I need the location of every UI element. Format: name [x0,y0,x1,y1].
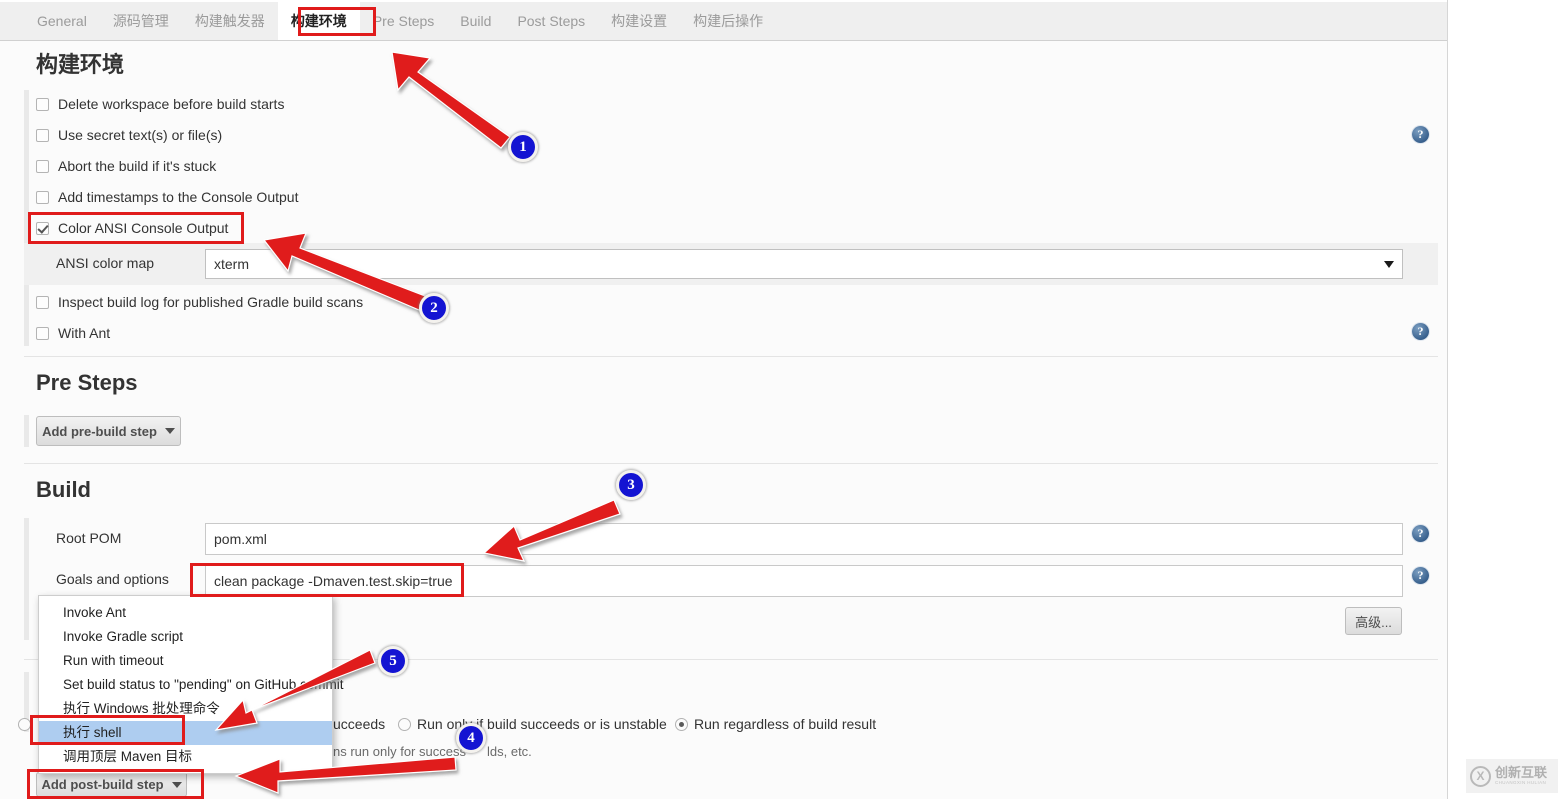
help-icon-use-secret[interactable]: ? [1412,126,1429,143]
tab-scm[interactable]: 源码管理 [100,2,182,40]
checkbox-label-with-ant: With Ant [58,325,111,341]
checkbox-add-timestamps[interactable] [36,190,49,204]
label-ansi-color-map: ANSI color map [56,255,155,271]
watermark-en: CHUANGXIN HULIAN [1495,780,1547,786]
watermark-logo-icon: X [1470,765,1491,787]
form-left-bar-pre [24,415,29,447]
build-environment-heading: 构建环境 [36,52,125,77]
checkbox-row-with-ant[interactable]: With Ant [36,322,110,344]
add-post-build-step-label: Add post-build step [41,777,164,792]
checkbox-label-add-timestamps: Add timestamps to the Console Output [58,189,299,205]
help-icon-with-ant[interactable]: ? [1412,323,1429,340]
input-root-pom[interactable]: pom.xml [205,523,1403,555]
label-root-pom: Root POM [56,530,122,546]
annotation-badge-1: 1 [508,132,538,162]
form-left-bar-build [24,518,29,640]
tab-build-trigger[interactable]: 构建触发器 [182,2,278,40]
checkbox-color-ansi[interactable] [36,221,49,235]
tab-build-settings[interactable]: 构建设置 [598,2,680,40]
tab-pre-steps[interactable]: Pre Steps [360,2,447,40]
pre-steps-heading: Pre Steps [36,370,138,395]
advanced-button[interactable]: 高级... [1345,607,1402,635]
annotation-badge-4: 4 [456,723,486,753]
post-steps-hint-left: ns run only for success [333,744,466,759]
label-goals-and-options: Goals and options [56,571,169,587]
menu-item-execute-shell[interactable]: 执行 shell [39,721,332,745]
radio-label-partial-succeeds: ucceeds [333,716,386,732]
chevron-down-icon [171,781,182,788]
chevron-down-icon [1384,261,1394,268]
divider-build [24,463,1438,464]
checkbox-label-color-ansi: Color ANSI Console Output [58,220,229,236]
select-ansi-color-map[interactable]: xterm [205,249,1403,279]
radio-run-regardless[interactable] [675,718,688,731]
menu-item-execute-windows-batch[interactable]: 执行 Windows 批处理命令 [39,697,332,721]
checkbox-row-add-timestamps[interactable]: Add timestamps to the Console Output [36,186,298,208]
checkbox-label-use-secret: Use secret text(s) or file(s) [58,127,223,143]
tab-build[interactable]: Build [447,2,504,40]
menu-item-run-with-timeout[interactable]: Run with timeout [39,649,332,673]
chevron-down-icon [164,428,175,434]
select-ansi-color-map-value: xterm [214,256,249,272]
radio-run-if-succeeds-or-unstable[interactable] [398,718,411,731]
form-left-bar-env [24,90,29,346]
checkbox-label-gradle-scans: Inspect build log for published Gradle b… [58,294,364,310]
checkbox-row-use-secret[interactable]: Use secret text(s) or file(s) [36,124,222,146]
jenkins-job-config-page: General 源码管理 构建触发器 构建环境 Pre Steps Build … [0,0,1563,799]
right-gutter [1449,0,1563,799]
radio-run-if-build-succeeds[interactable] [18,718,31,731]
checkbox-delete-workspace[interactable] [36,97,49,111]
radio-label-succeeds-or-unstable: Run only if build succeeds or is unstabl… [417,716,667,732]
checkbox-with-ant[interactable] [36,326,49,340]
checkbox-gradle-scans[interactable] [36,295,49,309]
help-icon-goals-and-options[interactable]: ? [1412,567,1429,584]
checkbox-label-abort-stuck: Abort the build if it's stuck [58,158,217,174]
tab-post-build-actions[interactable]: 构建后操作 [680,2,776,40]
annotation-badge-3: 3 [616,470,646,500]
menu-item-invoke-ant[interactable]: Invoke Ant [39,601,332,625]
help-icon-root-pom[interactable]: ? [1412,525,1429,542]
config-tab-bar: General 源码管理 构建触发器 构建环境 Pre Steps Build … [0,2,1447,41]
watermark-zh: 创新互联 [1495,765,1548,781]
checkbox-abort-stuck[interactable] [36,159,49,173]
menu-item-set-build-status-github[interactable]: Set build status to "pending" on GitHub … [39,673,343,697]
annotation-badge-5: 5 [378,646,408,676]
annotation-badge-2: 2 [419,293,449,323]
add-pre-build-step-label: Add pre-build step [42,423,157,439]
watermark-text: 创新互联 CHUANGXIN HULIAN [1495,766,1547,786]
post-steps-hint-right: lds, etc. [487,744,532,759]
checkbox-row-gradle-scans[interactable]: Inspect build log for published Gradle b… [36,291,363,313]
checkbox-row-abort-stuck[interactable]: Abort the build if it's stuck [36,155,216,177]
checkbox-row-delete-workspace[interactable]: Delete workspace before build starts [36,93,284,115]
divider-pre-steps [24,356,1438,357]
add-pre-build-step-button[interactable]: Add pre-build step [36,416,181,446]
input-goals-and-options[interactable]: clean package -Dmaven.test.skip=true [205,565,1403,597]
advanced-button-label: 高级... [1355,614,1392,630]
add-build-step-dropdown-menu[interactable]: Invoke Ant Invoke Gradle script Run with… [38,595,343,774]
watermark: X 创新互联 CHUANGXIN HULIAN [1466,759,1558,793]
radio-label-run-regardless: Run regardless of build result [694,716,877,732]
checkbox-use-secret[interactable] [36,128,49,142]
tab-build-environment[interactable]: 构建环境 [277,2,360,40]
checkbox-label-delete-workspace: Delete workspace before build starts [58,96,285,112]
build-heading: Build [36,477,91,502]
tab-general[interactable]: General [24,2,100,40]
tab-post-steps[interactable]: Post Steps [504,2,598,40]
tab-list: General 源码管理 构建触发器 构建环境 Pre Steps Build … [24,2,776,40]
menu-item-invoke-gradle-script[interactable]: Invoke Gradle script [39,625,332,649]
menu-item-invoke-toplevel-maven[interactable]: 调用顶层 Maven 目标 [39,745,332,769]
add-post-build-step-button[interactable]: Add post-build step [36,772,187,797]
checkbox-row-color-ansi[interactable]: Color ANSI Console Output [36,217,228,239]
